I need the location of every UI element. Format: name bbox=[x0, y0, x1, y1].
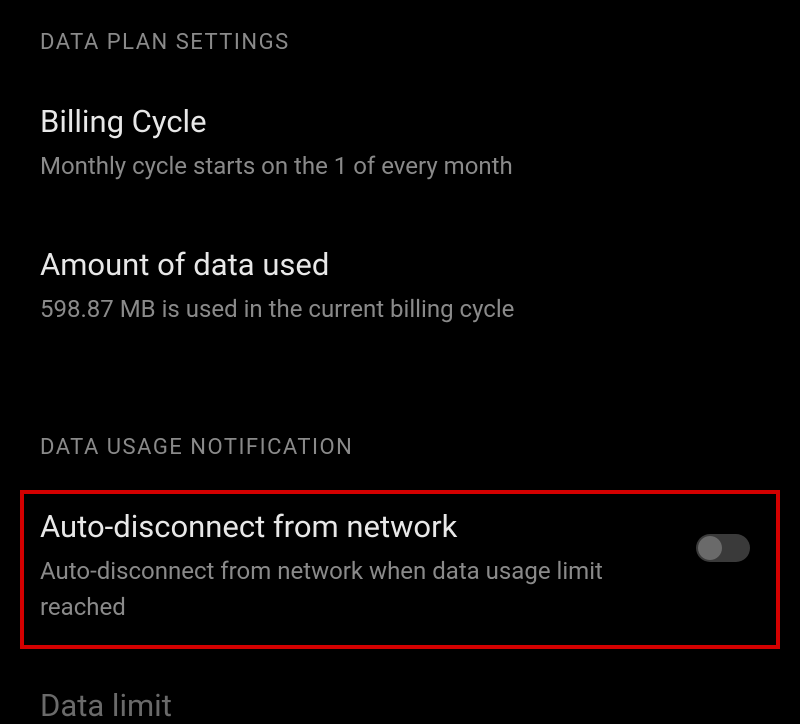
auto-disconnect-text-container: Auto-disconnect from network Auto-discon… bbox=[40, 508, 696, 625]
auto-disconnect-item[interactable]: Auto-disconnect from network Auto-discon… bbox=[20, 490, 780, 649]
data-limit-item[interactable]: Data limit bbox=[40, 687, 760, 724]
billing-cycle-item[interactable]: Billing Cycle Monthly cycle starts on th… bbox=[40, 103, 760, 184]
data-plan-section-header: DATA PLAN SETTINGS bbox=[40, 30, 760, 55]
data-usage-notification-section-header: DATA USAGE NOTIFICATION bbox=[40, 435, 760, 460]
auto-disconnect-description: Auto-disconnect from network when data u… bbox=[40, 553, 676, 625]
toggle-knob-icon bbox=[698, 536, 722, 560]
billing-cycle-title: Billing Cycle bbox=[40, 103, 760, 140]
data-used-title: Amount of data used bbox=[40, 246, 760, 283]
settings-page: DATA PLAN SETTINGS Billing Cycle Monthly… bbox=[0, 0, 800, 724]
auto-disconnect-toggle-container bbox=[696, 508, 760, 562]
data-used-item[interactable]: Amount of data used 598.87 MB is used in… bbox=[40, 246, 760, 327]
billing-cycle-description: Monthly cycle starts on the 1 of every m… bbox=[40, 148, 760, 184]
auto-disconnect-title: Auto-disconnect from network bbox=[40, 508, 676, 545]
auto-disconnect-toggle[interactable] bbox=[696, 534, 750, 562]
data-used-description: 598.87 MB is used in the current billing… bbox=[40, 291, 760, 327]
